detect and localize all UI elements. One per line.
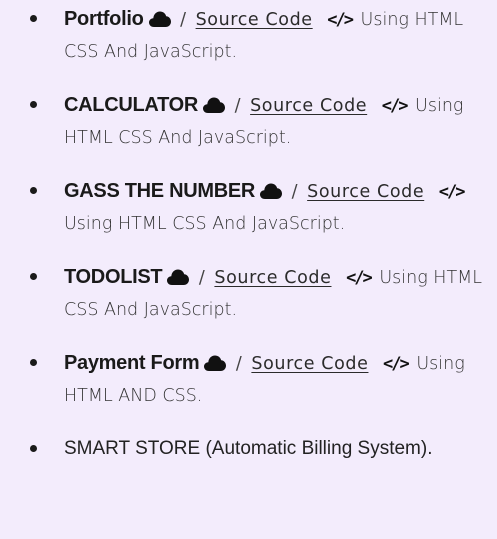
separator: / — [235, 354, 242, 374]
separator: / — [180, 10, 186, 30]
source-code-link[interactable]: Source Code — [196, 10, 313, 30]
project-title-plain: SMART STORE (Automatic Billing System). — [64, 438, 433, 459]
cloud-icon — [167, 269, 190, 285]
list-item: Payment Form / Source Code </> Using HTM… — [0, 347, 497, 412]
list-item: TODOLIST / Source Code </> Using HTML CS… — [0, 261, 497, 326]
list-item: CALCULATOR / Source Code </> Using HTML … — [0, 89, 497, 154]
list-item: Portfolio / Source Code </> Using HTML C… — [0, 3, 497, 68]
list-item: GASS THE NUMBER / Source Code </> Using … — [0, 175, 497, 240]
code-icon: </> — [381, 96, 409, 116]
separator: / — [234, 96, 241, 116]
bullet-icon — [30, 15, 37, 22]
code-icon: </> — [327, 10, 354, 30]
list-item: SMART STORE (Automatic Billing System). — [0, 433, 497, 465]
bullet-icon — [30, 445, 37, 452]
project-list: Portfolio / Source Code </> Using HTML C… — [0, 3, 497, 465]
code-icon: </> — [383, 354, 410, 374]
project-description: Using HTML CSS And JavaScript. — [64, 214, 346, 234]
source-code-link[interactable]: Source Code — [307, 182, 424, 202]
project-title: GASS THE NUMBER — [64, 180, 256, 202]
bullet-icon — [30, 359, 37, 366]
project-title: TODOLIST — [64, 266, 163, 288]
cloud-icon — [204, 355, 227, 371]
source-code-link[interactable]: Source Code — [251, 354, 368, 374]
cloud-icon — [203, 97, 226, 113]
code-icon: </> — [346, 268, 373, 288]
separator: / — [198, 268, 205, 288]
source-code-link[interactable]: Source Code — [250, 96, 367, 116]
bullet-icon — [30, 187, 37, 194]
cloud-icon — [148, 11, 171, 27]
project-title: CALCULATOR — [64, 94, 199, 116]
bullet-icon — [30, 101, 37, 108]
project-title: Payment Form — [64, 352, 200, 374]
source-code-link[interactable]: Source Code — [214, 268, 331, 288]
bullet-icon — [30, 273, 37, 280]
project-title: Portfolio — [64, 8, 144, 30]
code-icon: </> — [438, 182, 466, 202]
cloud-icon — [260, 183, 283, 199]
separator: / — [291, 182, 298, 202]
